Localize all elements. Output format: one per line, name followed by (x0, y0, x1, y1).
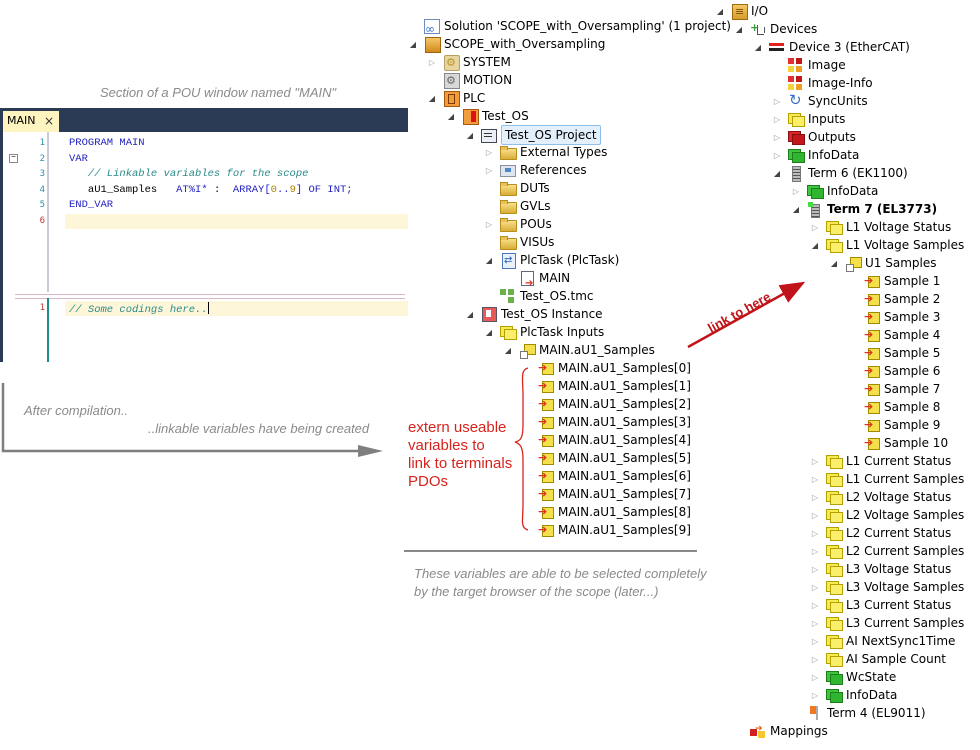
compilation-arrow-line (1, 383, 360, 453)
link-to-here-label: link to here (705, 289, 773, 336)
brace-icon (514, 367, 529, 531)
compilation-arrow-head (358, 445, 383, 457)
annotation-overlay: link to here (1, 281, 806, 552)
